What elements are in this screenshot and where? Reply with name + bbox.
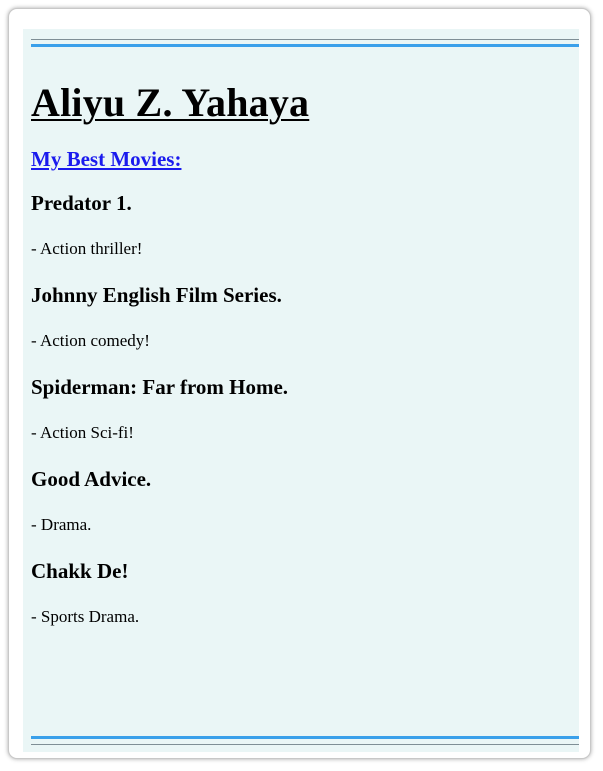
movie-description: - Action comedy!: [31, 331, 150, 350]
bottom-divider-thin: [31, 744, 579, 745]
page-panel: Aliyu Z. Yahaya My Best Movies: Predator…: [23, 29, 579, 752]
movie-description: - Action thriller!: [31, 239, 143, 258]
list-item: Johnny English Film Series. - Action com…: [31, 282, 571, 352]
list-item: Chakk De! - Sports Drama.: [31, 558, 571, 628]
top-divider-accent: [31, 44, 579, 47]
movie-description: - Action Sci-fi!: [31, 423, 134, 442]
list-item: Predator 1. - Action thriller!: [31, 190, 571, 260]
movie-title: Predator 1.: [31, 191, 132, 215]
list-item: Spiderman: Far from Home. - Action Sci-f…: [31, 374, 571, 444]
movie-title: Spiderman: Far from Home.: [31, 375, 289, 399]
movie-list: Predator 1. - Action thriller! Johnny En…: [31, 190, 571, 628]
movie-description: - Drama.: [31, 515, 92, 534]
best-movies-link[interactable]: My Best Movies:: [31, 146, 181, 172]
main-content: Aliyu Z. Yahaya My Best Movies: Predator…: [31, 79, 571, 628]
movie-title: Good Advice.: [31, 467, 152, 491]
top-divider-thin: [31, 39, 579, 40]
page-title: Aliyu Z. Yahaya: [31, 80, 310, 125]
movie-title: Johnny English Film Series.: [31, 283, 282, 307]
movie-title: Chakk De!: [31, 559, 129, 583]
movie-description: - Sports Drama.: [31, 607, 140, 626]
list-item: Good Advice. - Drama.: [31, 466, 571, 536]
window-frame: Aliyu Z. Yahaya My Best Movies: Predator…: [8, 8, 591, 759]
bottom-divider-accent: [31, 736, 579, 739]
